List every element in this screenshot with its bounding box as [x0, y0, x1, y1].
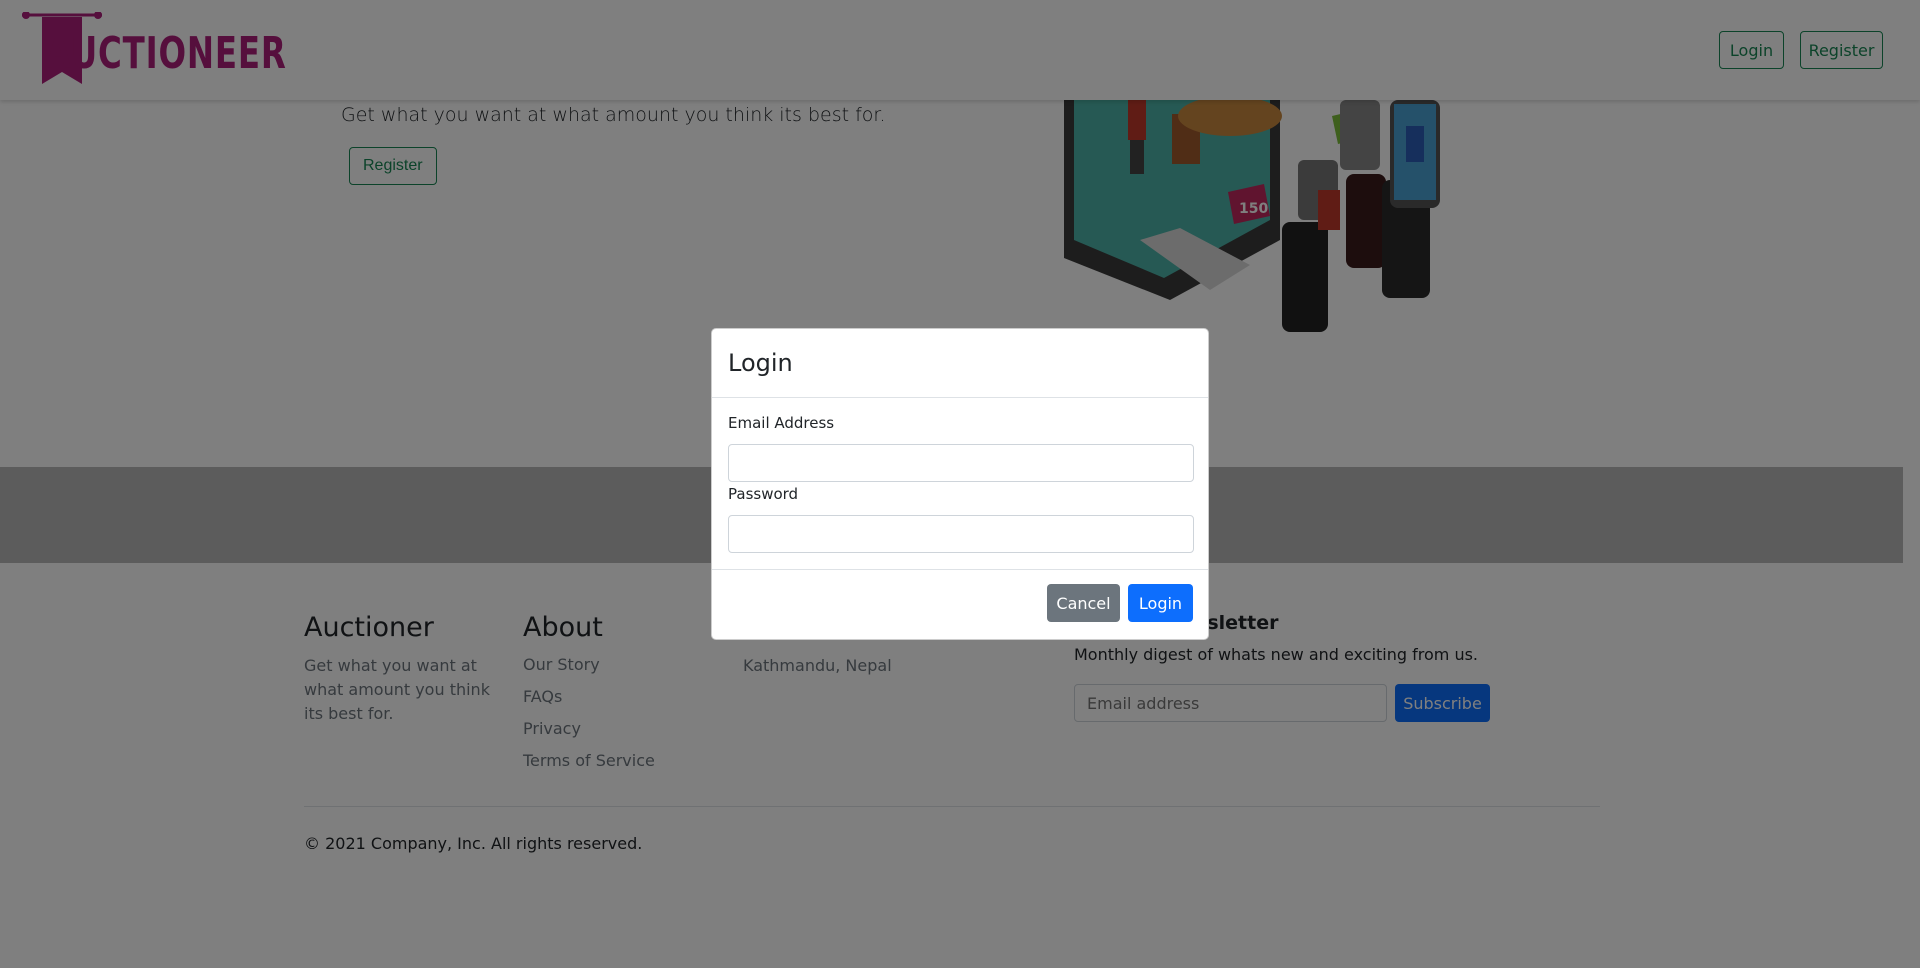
modal-body: Email Address Password — [712, 398, 1208, 570]
modal-title: Login — [728, 349, 793, 377]
modal-footer: Cancel Login — [712, 570, 1208, 640]
login-button[interactable]: Login — [1128, 584, 1193, 622]
login-modal: Login Email Address Password Cancel Logi… — [711, 328, 1209, 640]
modal-header: Login — [712, 329, 1208, 398]
email-label: Email Address — [728, 414, 835, 432]
password-field[interactable] — [728, 515, 1194, 553]
password-label: Password — [728, 485, 799, 503]
cancel-button[interactable]: Cancel — [1047, 584, 1120, 622]
email-field[interactable] — [728, 444, 1194, 482]
